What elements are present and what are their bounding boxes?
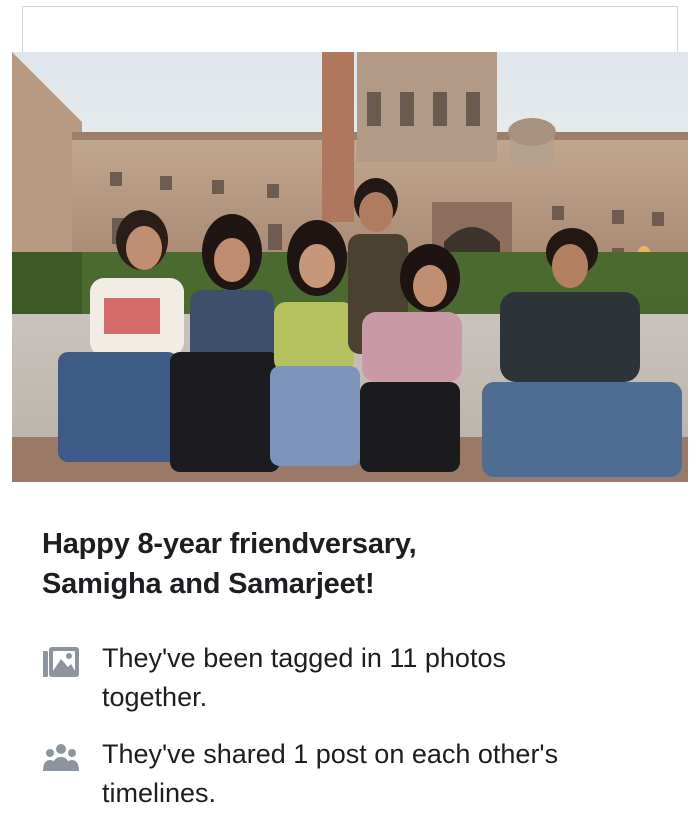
fact-tagged-photos: They've been tagged in 11 photos togethe… [42,639,662,717]
fact-line: They've been tagged in 11 photos [102,643,506,673]
fact-tagged-photos-text: They've been tagged in 11 photos togethe… [102,639,506,717]
friendship-photo[interactable] [12,52,688,482]
fact-shared-posts: They've shared 1 post on each other's ti… [42,735,662,813]
fact-line: together. [102,682,208,712]
friendversary-screen: Happy 8-year friendversary, Samigha and … [0,0,700,833]
title-line-2: Samigha and Samarjeet! [42,568,375,600]
people-icon [42,741,80,775]
photos-icon [42,645,80,679]
fact-line: timelines. [102,778,217,808]
fact-shared-posts-text: They've shared 1 post on each other's ti… [102,735,558,813]
friendversary-title: Happy 8-year friendversary, Samigha and … [42,524,662,604]
title-line-1: Happy 8-year friendversary, [42,528,417,560]
fact-line: They've shared 1 post on each other's [102,739,559,769]
